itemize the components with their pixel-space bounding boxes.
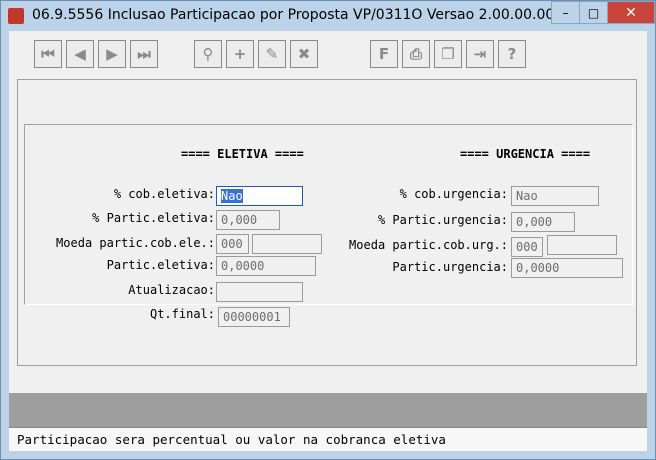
- minimize-button[interactable]: –: [551, 1, 580, 24]
- window-title: 06.9.5556 Inclusao Participacao por Prop…: [32, 7, 590, 23]
- previous-record-icon: ◀: [74, 45, 86, 63]
- help-button[interactable]: ?: [498, 40, 526, 68]
- printer-icon: ⎙: [409, 45, 422, 63]
- app-window: 06.9.5556 Inclusao Participacao por Prop…: [0, 0, 656, 460]
- copy-button[interactable]: ❐: [434, 40, 462, 68]
- status-bar: Participacao sera percentual ou valor na…: [9, 427, 647, 451]
- maximize-button[interactable]: □: [579, 1, 608, 24]
- urgencia-header: ==== URGENCIA ====: [460, 147, 591, 161]
- partic-urgencia-label: Partic.urgencia:: [392, 260, 508, 274]
- partic-eletiva-pct-label: % Partic.eletiva:: [92, 211, 215, 225]
- last-record-button[interactable]: ⏭: [130, 40, 158, 68]
- atualizacao-label: Atualizacao:: [128, 283, 215, 297]
- delete-icon: ✖: [297, 45, 311, 63]
- partic-urgencia-field[interactable]: 0,0000: [511, 258, 623, 278]
- app-icon: [8, 8, 24, 24]
- eletiva-header: ==== ELETIVA ====: [181, 147, 304, 161]
- qt-final-field[interactable]: 00000001: [218, 307, 290, 327]
- cob-eletiva-field[interactable]: Nao: [216, 186, 303, 206]
- cob-urgencia-label: % cob.urgencia:: [399, 187, 508, 201]
- partic-eletiva-pct-field[interactable]: 0,000: [216, 210, 280, 230]
- next-record-button[interactable]: ▶: [98, 40, 126, 68]
- moeda-urgencia-label: Moeda partic.cob.urg.:: [349, 238, 508, 252]
- moeda-urgencia-desc-field[interactable]: [547, 235, 617, 255]
- help-icon: ?: [507, 45, 517, 63]
- cob-urgencia-field[interactable]: Nao: [511, 186, 599, 206]
- cob-eletiva-label: % cob.eletiva:: [113, 187, 215, 201]
- partic-eletiva-label: Partic.eletiva:: [106, 258, 215, 272]
- moeda-eletiva-desc-field[interactable]: [252, 234, 322, 254]
- search-button[interactable]: ⚲: [194, 40, 222, 68]
- main-panel: ==== ELETIVA ==== ==== URGENCIA ==== % c…: [17, 79, 637, 366]
- filter-button[interactable]: F: [370, 40, 398, 68]
- insert-button[interactable]: +: [226, 40, 254, 68]
- atualizacao-field[interactable]: [216, 282, 303, 302]
- first-record-icon: ⏮: [41, 45, 55, 63]
- close-button[interactable]: ✕: [607, 1, 655, 24]
- partic-eletiva-field[interactable]: 0,0000: [216, 256, 316, 276]
- title-bar[interactable]: 06.9.5556 Inclusao Participacao por Prop…: [1, 1, 655, 31]
- previous-record-button[interactable]: ◀: [66, 40, 94, 68]
- partic-urgencia-pct-label: % Partic.urgencia:: [377, 213, 508, 227]
- client-area: ⏮ ◀ ▶ ⏭ ⚲ + ✎ ✖ F ⎙ ❐ ⇥ ? ==== ELETIVA =…: [9, 31, 647, 451]
- next-record-icon: ▶: [106, 45, 118, 63]
- edit-button[interactable]: ✎: [258, 40, 286, 68]
- delete-button[interactable]: ✖: [290, 40, 318, 68]
- exit-door-icon: ⇥: [473, 45, 487, 63]
- toolbar: ⏮ ◀ ▶ ⏭ ⚲ + ✎ ✖ F ⎙ ❐ ⇥ ?: [9, 31, 647, 79]
- separator-bar: [9, 393, 647, 427]
- filter-icon: F: [378, 45, 390, 63]
- moeda-eletiva-label: Moeda partic.cob.ele.:: [56, 236, 215, 250]
- exit-button[interactable]: ⇥: [466, 40, 494, 68]
- add-icon: +: [233, 45, 247, 63]
- print-button[interactable]: ⎙: [402, 40, 430, 68]
- edit-icon: ✎: [265, 45, 279, 63]
- copy-icon: ❐: [441, 45, 455, 63]
- qt-final-label: Qt.final:: [149, 307, 215, 321]
- first-record-button[interactable]: ⏮: [34, 40, 62, 68]
- cob-eletiva-value: Nao: [221, 189, 243, 203]
- moeda-urgencia-code-field[interactable]: 000: [511, 237, 543, 257]
- partic-urgencia-pct-field[interactable]: 0,000: [511, 212, 575, 232]
- moeda-eletiva-code-field[interactable]: 000: [216, 234, 249, 254]
- key-icon: ⚲: [202, 45, 214, 63]
- last-record-icon: ⏭: [137, 45, 151, 63]
